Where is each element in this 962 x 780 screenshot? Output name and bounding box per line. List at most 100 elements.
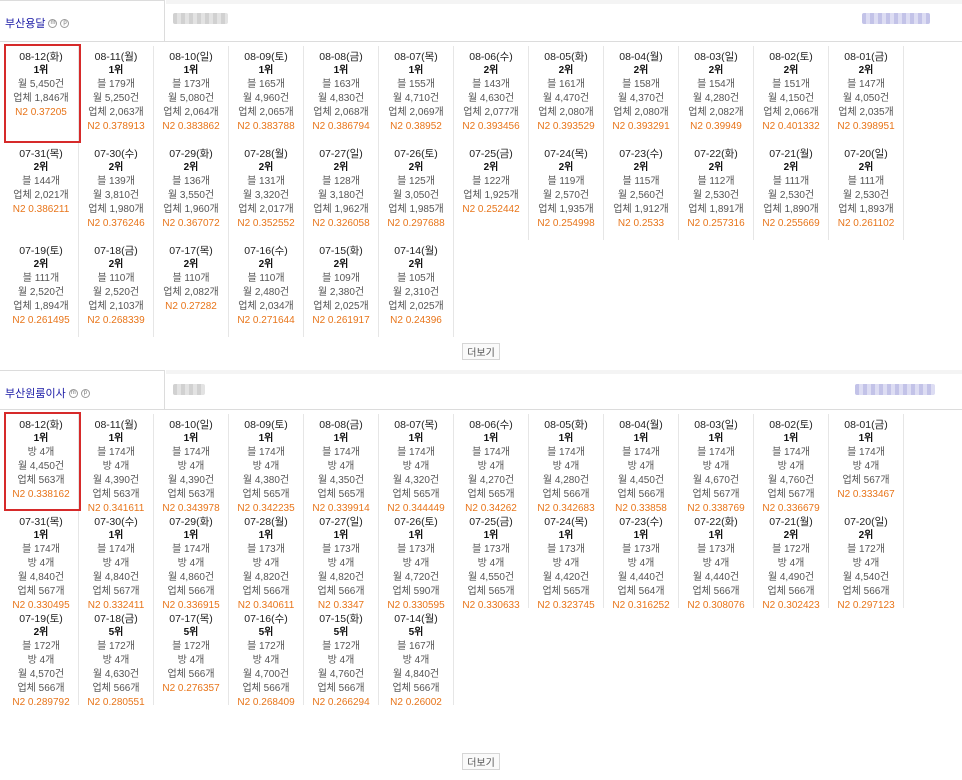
cell-stat: 월 2,570건 [542, 190, 590, 201]
cell-rank: 5위 [258, 627, 274, 638]
cell-date: 07-29(화) [169, 516, 213, 528]
cell-date: 07-21(월) [769, 148, 813, 160]
rank-cell: 07-26(토) 2위 블 125개 월 3,050건 업체 1,985개 N2 0.29… [379, 143, 454, 240]
cell-stat: 업체 565개 [392, 489, 440, 500]
cell-stat: 월 4,720건 [392, 572, 440, 583]
section-header: 부산용달 m p [0, 0, 962, 42]
header-divider [166, 0, 962, 4]
cell-stat: 업체 566개 [317, 683, 365, 694]
cell-rank: 2위 [633, 65, 649, 76]
cell-rank: 1위 [333, 530, 349, 541]
keyword-title[interactable]: 부산용달 m p [5, 15, 70, 31]
cell-rank: 2위 [708, 65, 724, 76]
rank-row: 07-19(토) 2위 블 172개 방 4개 월 4,570건 업체 566개 N2 0.… [4, 608, 904, 708]
rank-cell: 07-18(금) 5위 블 172개 방 4개 월 4,630건 업체 566개 N2 0.… [79, 608, 154, 708]
cell-date: 07-27(일) [319, 516, 363, 528]
cell-stat: 업체 2,068개 [313, 107, 369, 118]
cell-stat: 월 4,630건 [92, 669, 140, 680]
rank-cell: 08-01(금) 2위 블 147개 월 4,050건 업체 2,035개 N2 0.39… [829, 46, 904, 143]
pc-icon: p [80, 388, 90, 398]
cell-stat: 블 172개 [847, 544, 885, 555]
cell-stat: 업체 567개 [767, 489, 815, 500]
cell-n2-score: N2 0.297688 [387, 218, 445, 229]
cell-stat: 블 174개 [22, 544, 60, 555]
cell-stat: 방 4개 [177, 655, 205, 666]
cell-stat: 블 110개 [247, 273, 285, 284]
cell-date: 08-07(목) [394, 419, 438, 431]
redacted-text [173, 384, 205, 395]
header-divider [166, 370, 962, 374]
cell-stat: 월 2,520건 [92, 287, 140, 298]
cell-stat: 월 4,710건 [392, 93, 440, 104]
cell-stat: 블 115개 [622, 176, 660, 187]
rank-cell: 07-27(일) 2위 블 128개 월 3,180건 업체 1,962개 N2 0.32… [304, 143, 379, 240]
cell-n2-score: N2 0.24396 [390, 315, 442, 326]
cell-n2-score: N2 0.255669 [762, 218, 820, 229]
cell-stat: 블 143개 [472, 79, 510, 90]
cell-stat: 블 174개 [547, 447, 585, 458]
pc-icon: p [60, 18, 70, 28]
cell-date: 08-08(금) [319, 51, 363, 63]
keyword-title[interactable]: 부산원룸이사 m p [5, 385, 90, 401]
cell-n2-score: N2 0.386211 [12, 204, 70, 215]
cell-stat: 업체 1,960개 [163, 204, 219, 215]
cell-stat: 블 173개 [697, 544, 735, 555]
cell-stat: 방 4개 [852, 461, 880, 472]
cell-stat: 블 105개 [397, 273, 435, 284]
cell-stat: 월 4,570건 [17, 669, 65, 680]
cell-stat: 방 4개 [177, 558, 205, 569]
rank-cell: 07-25(금) 2위 블 122개 업체 1,925개 N2 0.252442 [454, 143, 529, 240]
more-button[interactable]: 더보기 [462, 753, 500, 770]
rank-cell: 08-07(목) 1위 블 155개 월 4,710건 업체 2,069개 N2 0.38… [379, 46, 454, 143]
keyword-section: 부산원룸이사 m p 08-12(화) 1위 방 4개 월 4,450건 업체 563개… [0, 370, 962, 780]
cell-rank: 2위 [858, 162, 874, 173]
cell-date: 08-01(금) [844, 419, 888, 431]
rank-cell: 07-22(화) 1위 블 173개 방 4개 월 4,440건 업체 566개 N2 0.… [679, 511, 754, 611]
cell-stat: 월 3,550건 [167, 190, 215, 201]
cell-stat: 방 4개 [627, 558, 655, 569]
cell-n2-score: N2 0.393456 [462, 121, 520, 132]
cell-stat: 업체 1,985개 [388, 204, 444, 215]
keyword-link[interactable]: 부산용달 [5, 15, 45, 31]
rank-cell: 07-31(목) 1위 블 174개 방 4개 월 4,840건 업체 567개 N2 0.… [4, 511, 79, 611]
cell-stat: 방 4개 [27, 655, 55, 666]
cell-stat: 월 4,420건 [542, 572, 590, 583]
cell-stat: 방 4개 [777, 558, 805, 569]
cell-stat: 업체 2,025개 [313, 301, 369, 312]
cell-rank: 2위 [33, 259, 49, 270]
cell-n2-score: N2 0.302423 [762, 600, 820, 611]
cell-rank: 2위 [258, 162, 274, 173]
keyword-section: 부산용달 m p 08-12(화) 1위 월 5,450건 업체 1,846개 N2 0… [0, 0, 962, 370]
rank-cell: 07-23(수) 1위 블 173개 방 4개 월 4,440건 업체 564개 N2 0.… [604, 511, 679, 611]
rank-cell: 07-29(화) 1위 블 174개 방 4개 월 4,860건 업체 566개 N2 0.… [154, 511, 229, 611]
cell-stat: 블 174개 [322, 447, 360, 458]
cell-stat: 업체 1,890개 [763, 204, 819, 215]
rank-cell: 07-19(토) 2위 블 172개 방 4개 월 4,570건 업체 566개 N2 0.… [4, 608, 79, 708]
cell-rank: 1위 [183, 530, 199, 541]
rank-cell: 08-09(토) 1위 블 174개 방 4개 월 4,380건 업체 565개 N2 0.… [229, 414, 304, 514]
cell-stat: 월 4,390건 [167, 475, 215, 486]
rank-cell: 07-27(일) 1위 블 173개 방 4개 월 4,820건 업체 566개 N2 0.… [304, 511, 379, 611]
cell-stat: 월 4,390건 [92, 475, 140, 486]
rank-cell: 07-28(월) 2위 블 131개 월 3,320건 업체 2,017개 N2 0.35… [229, 143, 304, 240]
cell-stat: 월 4,320건 [392, 475, 440, 486]
cell-rank: 1위 [183, 65, 199, 76]
rank-cell: 08-04(월) 2위 블 158개 월 4,370건 업체 2,080개 N2 0.39… [604, 46, 679, 143]
cell-date: 07-20(일) [844, 148, 888, 160]
cell-stat: 업체 566개 [617, 489, 665, 500]
more-button[interactable]: 더보기 [462, 343, 500, 360]
cell-stat: 블 172개 [772, 544, 810, 555]
cell-n2-score: N2 0.289792 [12, 697, 70, 708]
cell-stat: 업체 1,894개 [13, 301, 69, 312]
cell-n2-score: N2 0.297123 [837, 600, 895, 611]
redacted-text [173, 13, 228, 24]
cell-n2-score: N2 0.316252 [612, 600, 670, 611]
cell-stat: 업체 2,077개 [463, 107, 519, 118]
rank-cell: 07-16(수) 2위 블 110개 월 2,480건 업체 2,034개 N2 0.27… [229, 240, 304, 337]
cell-rank: 2위 [558, 162, 574, 173]
cell-date: 07-17(목) [169, 245, 213, 257]
rank-cell: 07-21(월) 2위 블 111개 월 2,530건 업체 1,890개 N2 0.25… [754, 143, 829, 240]
keyword-link[interactable]: 부산원룸이사 [5, 385, 66, 401]
cell-stat: 업체 567개 [92, 586, 140, 597]
cell-rank: 5위 [408, 627, 424, 638]
